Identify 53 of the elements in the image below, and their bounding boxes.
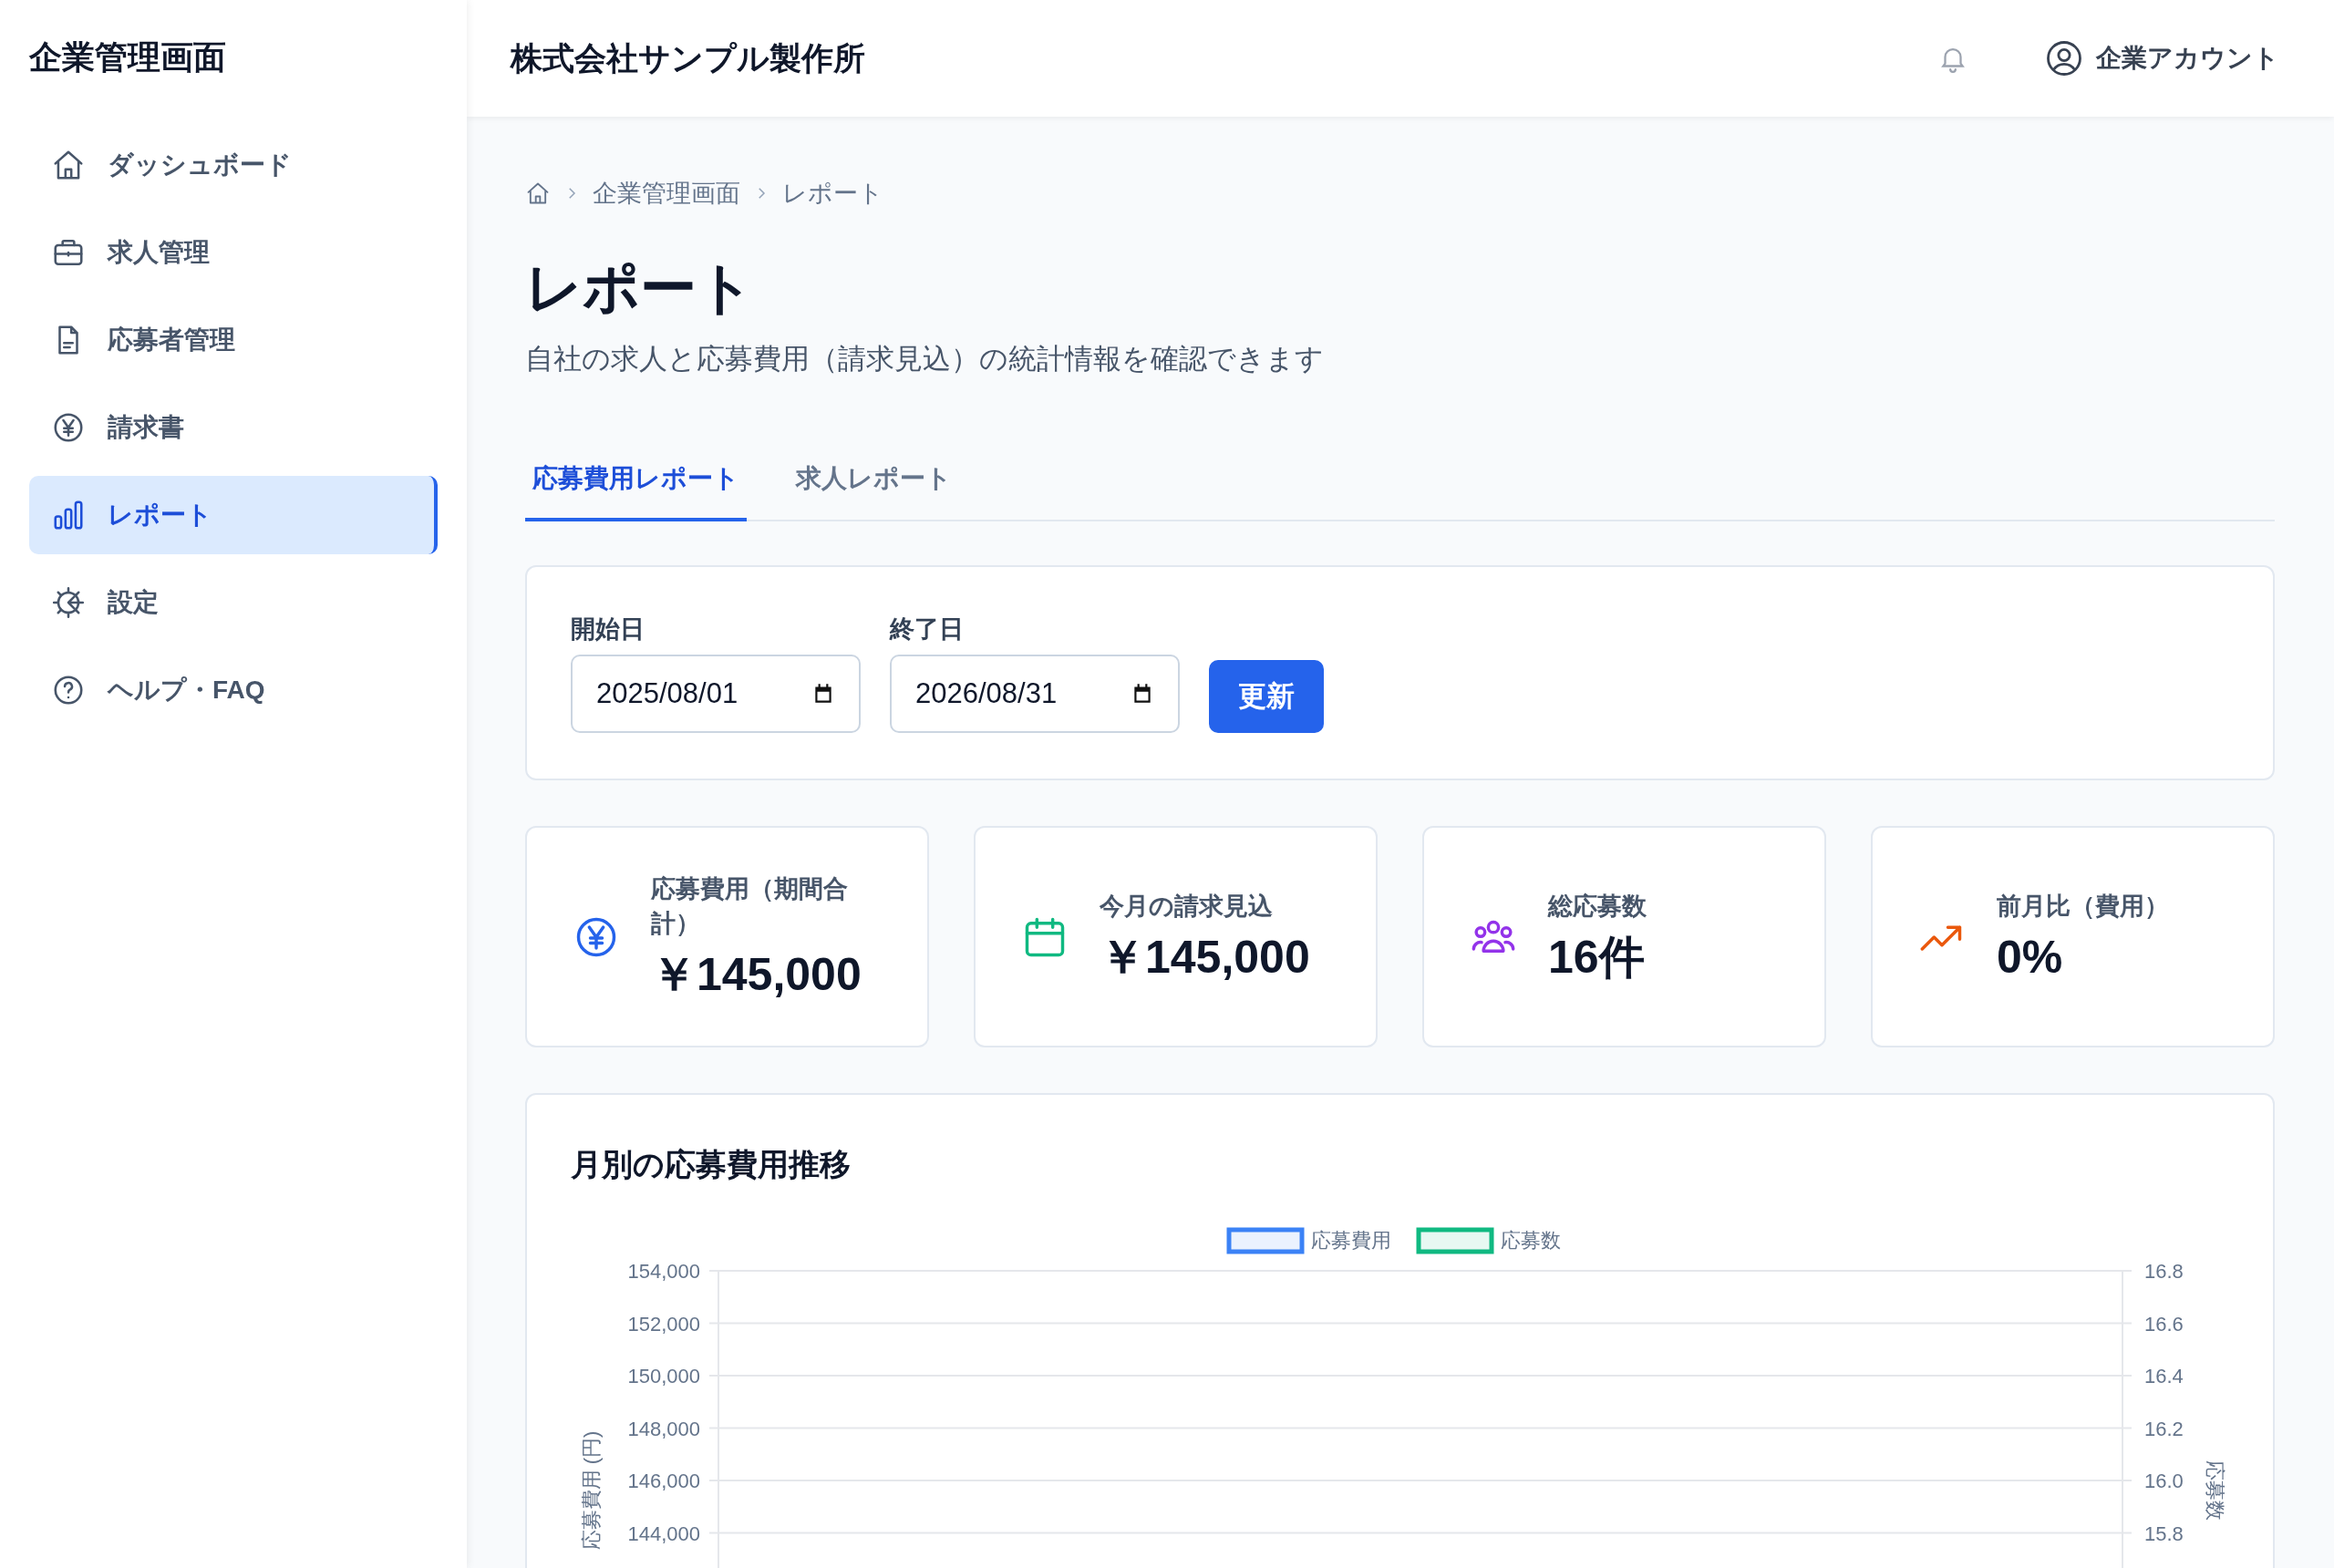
axis-tick-label: 15.8 <box>2144 1522 2184 1545</box>
axis-tick-label: 150,000 <box>627 1365 700 1387</box>
home-icon <box>525 181 551 206</box>
account-menu[interactable]: 企業アカウント <box>2045 39 2279 77</box>
sidebar-item[interactable]: 請求書 <box>29 388 438 467</box>
axis-tick-label: 16.0 <box>2144 1470 2184 1492</box>
account-name[interactable]: 企業アカウント <box>2096 41 2279 76</box>
company-name: 株式会社サンプル製作所 <box>511 38 866 77</box>
stat-value: ￥145,000 <box>1100 930 1310 985</box>
sidebar-title: 企業管理画面 <box>29 36 227 77</box>
axis-title: 応募数 <box>2204 1460 2226 1521</box>
sidebar-item[interactable]: 応募者管理 <box>29 301 438 379</box>
axis-title: 応募費用 (円) <box>580 1430 603 1551</box>
field-label: 終了日 <box>890 614 965 645</box>
sidebar-item[interactable]: 設定 <box>29 563 438 642</box>
page-title: レポート <box>525 255 755 321</box>
date-field[interactable]: 2026/08/31 <box>890 655 1180 733</box>
sidebar-item[interactable]: 求人管理 <box>29 213 438 292</box>
axis-tick-label: 16.4 <box>2144 1365 2184 1387</box>
tab[interactable]: 応募費用レポート <box>525 438 747 521</box>
legend-label[interactable]: 応募費用 <box>1311 1229 1391 1252</box>
axis-tick-label: 16.8 <box>2144 1260 2184 1283</box>
stat-label: 前月比（費用） <box>1997 891 2169 922</box>
axis-tick-label: 144,000 <box>627 1522 700 1545</box>
legend-swatch[interactable] <box>1226 1227 1305 1254</box>
field-label: 開始日 <box>571 614 645 645</box>
update-button[interactable]: 更新 <box>1209 660 1324 733</box>
tab[interactable]: 求人レポート <box>789 438 959 521</box>
stat-value: 16件 <box>1548 930 1646 985</box>
axis-tick-label: 146,000 <box>627 1470 700 1492</box>
legend-swatch[interactable] <box>1416 1227 1494 1254</box>
axis-tick-label: 16.6 <box>2144 1312 2184 1336</box>
sidebar-item[interactable]: レポート <box>29 476 438 554</box>
stat-value: 0% <box>1997 930 2064 985</box>
date-field[interactable]: 2025/08/01 <box>571 655 861 733</box>
stat-label: 今月の請求見込 <box>1100 891 1274 922</box>
settings-icon <box>51 585 86 620</box>
page-subtitle: 自社の求人と応募費用（請求見込）の統計情報を確認できます <box>525 342 1325 377</box>
breadcrumb-item[interactable]: 企業管理画面 <box>593 177 740 210</box>
axis-tick-label: 148,000 <box>627 1417 700 1440</box>
stat-label: 総応募数 <box>1548 891 1647 922</box>
axis-tick-label: 152,000 <box>627 1312 700 1336</box>
stat-label: 応募費用（期間合計） <box>651 873 849 939</box>
legend-label[interactable]: 応募数 <box>1501 1229 1561 1252</box>
stat-value: ￥145,000 <box>651 947 862 1002</box>
bar-chart-icon <box>51 498 86 532</box>
axis-tick-label: 154,000 <box>627 1260 700 1283</box>
axis-tick-label: 16.2 <box>2144 1417 2184 1440</box>
user-icon <box>2045 39 2083 77</box>
sidebar-item[interactable]: ダッシュボード <box>29 126 438 204</box>
sidebar-item[interactable]: ヘルプ・FAQ <box>29 651 438 729</box>
breadcrumb-item: レポート <box>782 179 883 209</box>
chart-title: 月別の応募費用推移 <box>571 1146 852 1183</box>
